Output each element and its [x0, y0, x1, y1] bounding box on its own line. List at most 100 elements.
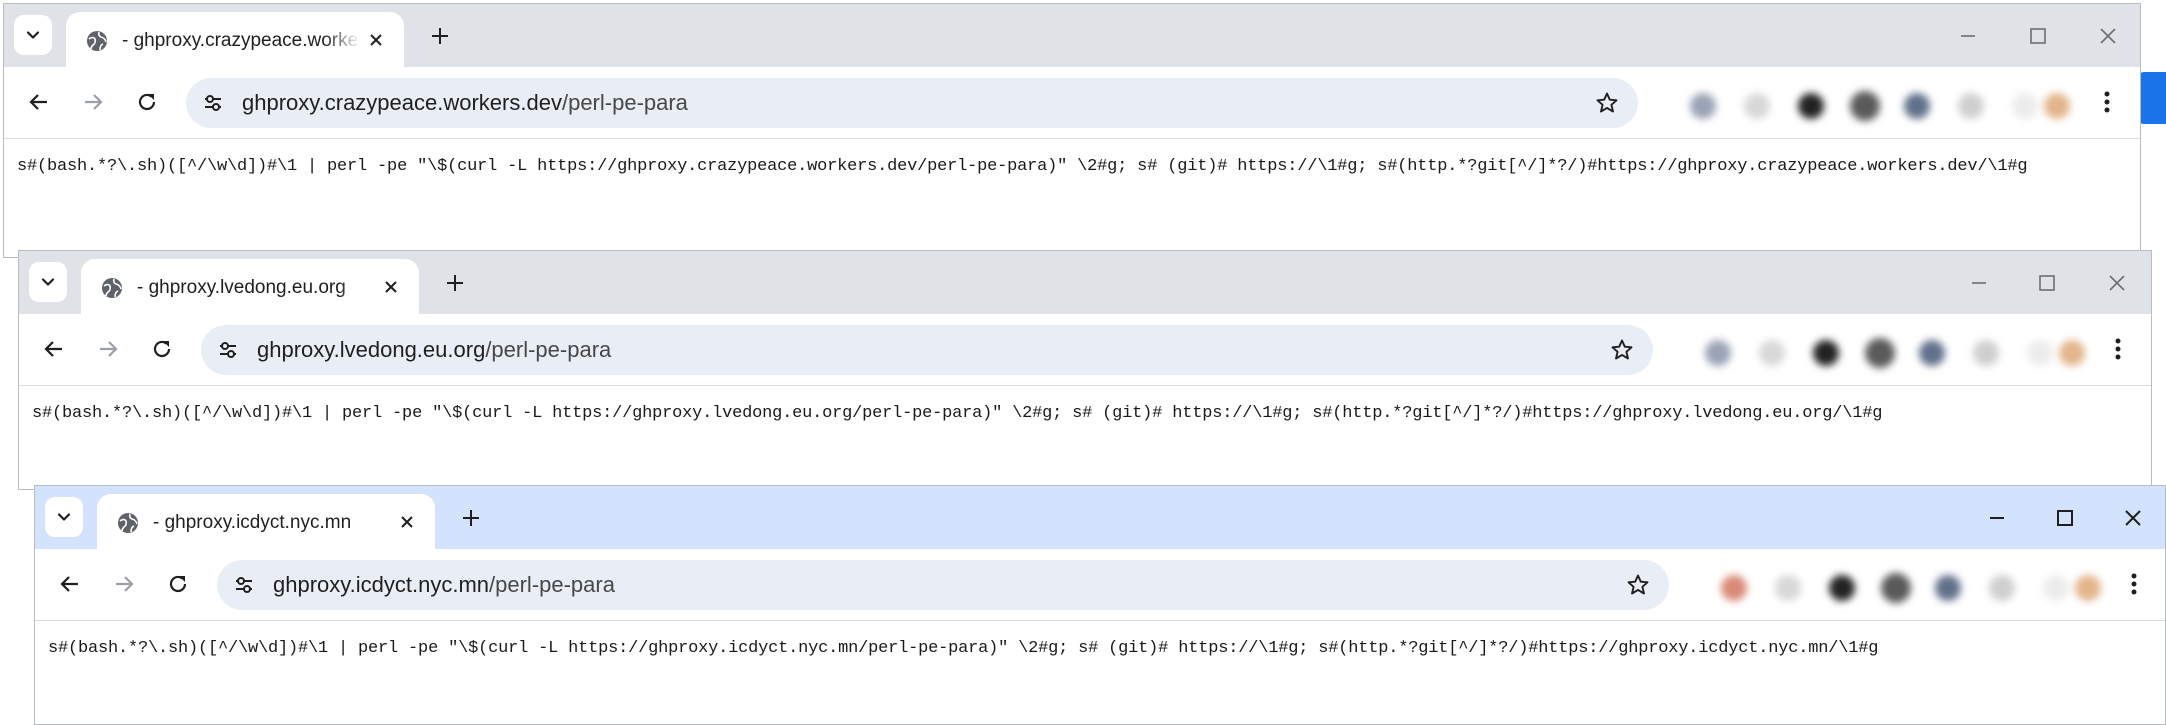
reload-icon — [153, 340, 171, 358]
extension-icon[interactable] — [1973, 340, 1999, 366]
extension-icon[interactable] — [1759, 340, 1785, 366]
tune-icon — [205, 95, 221, 111]
chevron-down-icon — [26, 31, 40, 39]
forward-arrow-icon — [100, 341, 118, 357]
tab-active[interactable]: - ghproxy.lvedong.eu.org — [81, 259, 419, 314]
page-text: s#(bash.*?\.sh)([^/\w\d])#\1 | perl -pe … — [48, 639, 1879, 658]
tab-active[interactable]: - ghproxy.icdyct.nyc.mn — [97, 494, 435, 549]
forward-button[interactable] — [91, 332, 125, 366]
extension-icon[interactable] — [1705, 340, 1731, 366]
reload-button[interactable] — [161, 567, 195, 601]
tab-strip: - ghproxy.lvedong.eu.org — [19, 251, 2151, 314]
reload-icon — [169, 575, 187, 593]
kebab-menu-icon — [2104, 91, 2110, 113]
close-window-button[interactable] — [2090, 18, 2126, 54]
new-tab-button[interactable] — [439, 267, 471, 299]
forward-button[interactable] — [76, 85, 110, 119]
extension-icon[interactable] — [2027, 340, 2053, 366]
address-bar[interactable]: ghproxy.icdyct.nyc.mn/perl-pe-para — [217, 560, 1669, 610]
extension-icon[interactable] — [1690, 93, 1716, 119]
extension-icon[interactable] — [1798, 93, 1824, 119]
forward-arrow-icon — [116, 576, 134, 592]
extension-icon[interactable] — [1919, 340, 1945, 366]
toolbar: ghproxy.icdyct.nyc.mn/perl-pe-para — [35, 549, 2165, 619]
minimize-button[interactable] — [1950, 18, 1986, 54]
back-button[interactable] — [37, 332, 71, 366]
extension-icon[interactable] — [2043, 575, 2069, 601]
new-tab-button[interactable] — [424, 20, 456, 52]
address-bar[interactable]: ghproxy.crazypeace.workers.dev/perl-pe-p… — [186, 78, 1638, 128]
extension-icon[interactable] — [1904, 93, 1930, 119]
tab-search-button[interactable] — [14, 15, 52, 55]
bookmark-button[interactable] — [1625, 572, 1651, 598]
avatar[interactable] — [2044, 93, 2070, 119]
browser-menu-button[interactable] — [2119, 569, 2149, 599]
extension-icon[interactable] — [1721, 575, 1747, 601]
forward-button[interactable] — [107, 567, 141, 601]
extension-icon[interactable] — [1935, 575, 1961, 601]
extension-icon[interactable] — [1958, 93, 1984, 119]
url-host: ghproxy.lvedong.eu.org — [257, 337, 486, 362]
browser-menu-button[interactable] — [2092, 87, 2122, 117]
extension-icon[interactable] — [1744, 93, 1770, 119]
extension-icon[interactable] — [2012, 93, 2038, 119]
extension-icon[interactable] — [1850, 91, 1880, 121]
browser-window-3: - ghproxy.icdyct.nyc.mn ghproxy.icdyct.n… — [34, 485, 2166, 725]
close-window-button[interactable] — [2115, 500, 2151, 536]
kebab-menu-icon — [2131, 573, 2137, 595]
back-arrow-icon — [60, 576, 78, 592]
minimize-icon — [1972, 282, 1986, 284]
tab-title: - ghproxy.icdyct.nyc.mn — [153, 512, 352, 533]
tab-active[interactable]: - ghproxy.crazypeace.workers.dev — [66, 12, 404, 67]
page-text: s#(bash.*?\.sh)([^/\w\d])#\1 | perl -pe … — [17, 157, 2028, 176]
minimize-button[interactable] — [1979, 500, 2015, 536]
minimize-icon — [1990, 517, 2004, 519]
close-tab-button[interactable] — [395, 510, 419, 534]
back-arrow-icon — [29, 94, 47, 110]
extension-icon[interactable] — [1813, 340, 1839, 366]
tab-strip: - ghproxy.icdyct.nyc.mn — [35, 486, 2165, 549]
maximize-icon — [2057, 510, 2073, 526]
forward-arrow-icon — [85, 94, 103, 110]
back-button[interactable] — [22, 85, 56, 119]
tab-search-button[interactable] — [45, 497, 83, 537]
site-info-button[interactable] — [200, 90, 226, 116]
avatar[interactable] — [2059, 340, 2085, 366]
site-info-button[interactable] — [231, 572, 257, 598]
extension-icon[interactable] — [1989, 575, 2015, 601]
extension-icon[interactable] — [1881, 573, 1911, 603]
reload-icon — [138, 93, 156, 111]
back-arrow-icon — [44, 341, 62, 357]
close-icon — [401, 516, 413, 528]
reload-button[interactable] — [145, 332, 179, 366]
avatar[interactable] — [2075, 575, 2101, 601]
plus-icon — [463, 510, 479, 526]
extension-icon[interactable] — [1829, 575, 1855, 601]
minimize-button[interactable] — [1961, 265, 1997, 301]
star-icon — [1611, 339, 1633, 360]
globe-icon — [118, 513, 138, 533]
bookmark-button[interactable] — [1594, 90, 1620, 116]
bookmark-button[interactable] — [1609, 337, 1635, 363]
address-bar[interactable]: ghproxy.lvedong.eu.org/perl-pe-para — [201, 325, 1653, 375]
close-window-button[interactable] — [2099, 265, 2135, 301]
page-content: s#(bash.*?\.sh)([^/\w\d])#\1 | perl -pe … — [35, 620, 2165, 724]
toolbar: ghproxy.lvedong.eu.org/perl-pe-para — [19, 314, 2151, 384]
maximize-button[interactable] — [2047, 500, 2083, 536]
reload-button[interactable] — [130, 85, 164, 119]
site-info-button[interactable] — [215, 337, 241, 363]
chevron-down-icon — [41, 278, 55, 286]
close-icon — [2100, 28, 2116, 44]
page-text: s#(bash.*?\.sh)([^/\w\d])#\1 | perl -pe … — [32, 404, 1883, 423]
tab-search-button[interactable] — [29, 262, 67, 302]
maximize-button[interactable] — [2020, 18, 2056, 54]
new-tab-button[interactable] — [455, 502, 487, 534]
browser-menu-button[interactable] — [2103, 334, 2133, 364]
extension-icon[interactable] — [1865, 338, 1895, 368]
maximize-button[interactable] — [2029, 265, 2065, 301]
back-button[interactable] — [53, 567, 87, 601]
kebab-menu-icon — [2115, 338, 2121, 360]
extension-icon[interactable] — [1775, 575, 1801, 601]
close-tab-button[interactable] — [379, 275, 403, 299]
close-tab-button[interactable] — [364, 28, 388, 52]
